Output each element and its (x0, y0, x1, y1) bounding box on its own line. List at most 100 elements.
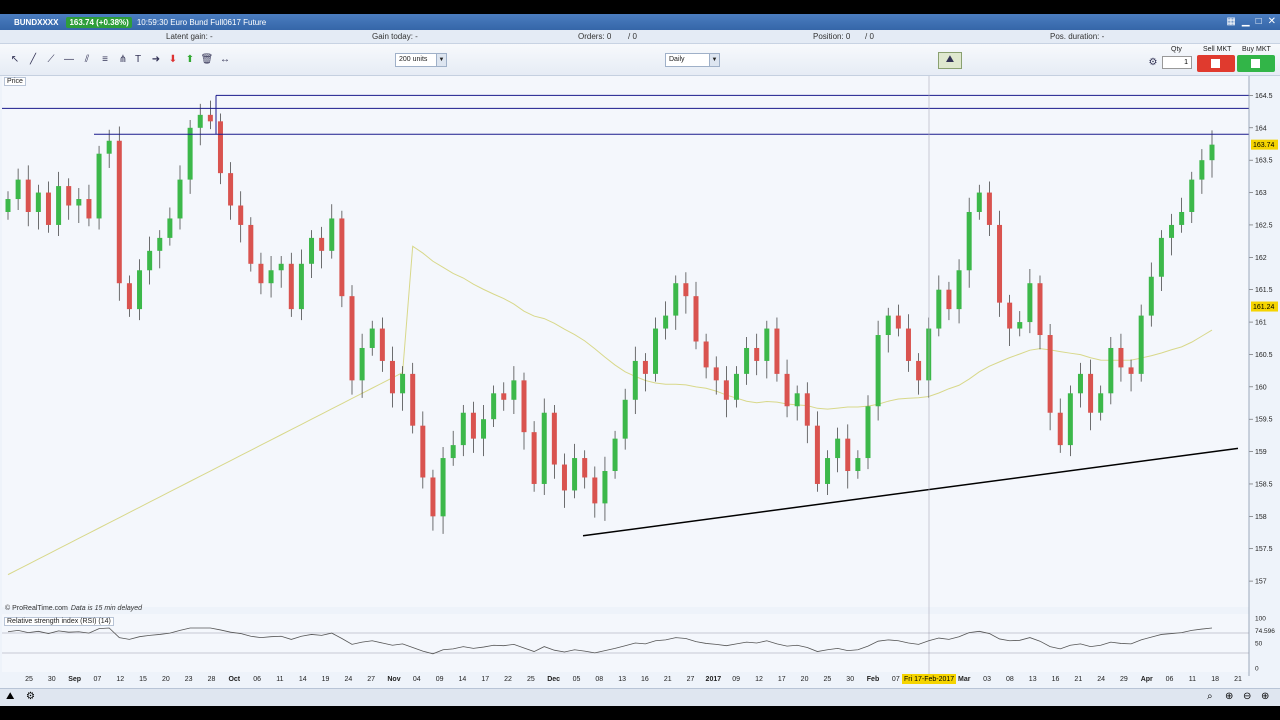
date-tick-label: 20 (162, 676, 170, 683)
candle-up (369, 328, 375, 348)
date-tick-label: 06 (253, 676, 261, 683)
date-tick-label: Dec (547, 676, 560, 683)
date-tick-label: 29 (1120, 676, 1128, 683)
rsi-panel-label[interactable]: Relative strength index (RSI) (14) (4, 617, 114, 626)
date-tick-label: 21 (664, 676, 672, 683)
candle-down (582, 458, 588, 478)
price-chart[interactable]: 164.5164163.5163162.5162161.5161160.5160… (0, 14, 1280, 706)
candle-up (663, 315, 669, 329)
price-tick-label: 161.5 (1255, 287, 1273, 294)
candle-down (592, 477, 598, 504)
candle-down (754, 347, 760, 361)
candle-up (359, 347, 365, 381)
candle-down (531, 432, 537, 484)
date-tick-label: 12 (116, 676, 124, 683)
date-tick-label: 28 (208, 676, 216, 683)
candle-up (673, 283, 679, 316)
candle-down (238, 205, 244, 225)
date-axis: 25 30 Sep 07 12 15 20 23 28 Oct 06 11 14 19 24 27 Nov 04 0… (25, 674, 1242, 684)
candle-down (248, 224, 254, 264)
candle-down (420, 425, 426, 478)
date-tick-label: 17 (778, 676, 786, 683)
candle-down (430, 477, 436, 517)
price-tick-label: 162.5 (1255, 222, 1273, 229)
date-tick-label: 25 (25, 676, 33, 683)
candle-up (5, 199, 11, 212)
candle-down (723, 380, 729, 400)
candle-up (187, 127, 193, 180)
candle-down (470, 412, 476, 439)
candle-down (895, 315, 901, 329)
candle-down (1088, 373, 1094, 413)
candle-up (157, 237, 163, 251)
date-tick-label: 17 (481, 676, 489, 683)
candle-up (865, 406, 871, 459)
price-tick-label: 157 (1255, 579, 1267, 586)
candle-down (66, 186, 72, 206)
candle-down (228, 173, 234, 206)
date-tick-label: 18 (1211, 676, 1219, 683)
price-panel-label[interactable]: Price (4, 77, 26, 86)
candle-up (1077, 373, 1083, 394)
date-tick-label: 16 (1052, 676, 1060, 683)
candle-up (1189, 179, 1195, 212)
candle-up (298, 263, 304, 310)
candle-down (389, 360, 395, 394)
date-tick-label: 2017 (706, 676, 722, 683)
date-tick-label: 08 (1006, 676, 1014, 683)
candle-up (541, 412, 547, 484)
delay-note: Data is 15 min delayed (70, 605, 143, 612)
candle-up (825, 458, 831, 484)
zoom-fit-icon[interactable]: ⌕ (1207, 691, 1213, 702)
candle-down (804, 393, 810, 426)
date-tick-label: 20 (801, 676, 809, 683)
candle-up (1017, 322, 1023, 329)
date-tick-label: Sep (68, 676, 81, 683)
date-tick-label: 15 (139, 676, 147, 683)
candle-up (764, 328, 770, 361)
candle-down (349, 296, 355, 381)
date-tick-label: 21 (1234, 676, 1242, 683)
zoom-out-icon[interactable]: ⊖ (1243, 691, 1251, 702)
candle-down (1057, 412, 1063, 446)
candle-up (1169, 224, 1175, 238)
date-tick-label: Oct (228, 676, 240, 683)
candle-down (683, 283, 689, 297)
candle-up (147, 250, 153, 271)
zoom-icon[interactable]: ⊕ (1225, 691, 1233, 702)
candle-up (653, 328, 659, 374)
date-tick-label: Mar (958, 676, 971, 683)
ma-price-label: 161.24 (1253, 304, 1275, 311)
credit-text: © ProRealTime.com Data is 15 min delayed (5, 605, 142, 612)
date-tick-label: 11 (1189, 676, 1196, 683)
credit-label: © ProRealTime.com (5, 605, 68, 612)
zoom-in-icon[interactable]: ⊕ (1261, 691, 1269, 702)
candle-up (1199, 160, 1205, 180)
date-tick-label: 30 (846, 676, 854, 683)
date-tick-label: 07 (94, 676, 102, 683)
candle-up (460, 412, 466, 446)
candle-down (784, 373, 790, 407)
candle-up (96, 153, 102, 219)
date-tick-label: 21 (1074, 676, 1082, 683)
chart-icon[interactable]: ⛰ (6, 691, 14, 702)
candle-down (25, 179, 31, 212)
rsi-tick-label: 100 (1255, 616, 1266, 623)
options-icon[interactable]: ⚙ (26, 691, 35, 702)
candle-up (329, 218, 335, 251)
date-tick-label: Nov (387, 676, 400, 683)
candle-up (309, 237, 315, 264)
date-tick-label: 23 (185, 676, 193, 683)
date-tick-label: 07 (892, 676, 900, 683)
rsi-panel-bg (2, 614, 1249, 672)
date-tick-label: 09 (436, 676, 444, 683)
candle-up (976, 192, 982, 212)
trading-window: BUNDXXXX 163.74 (+0.38%) 10:59:30 Euro B… (0, 14, 1280, 706)
candle-up (875, 335, 881, 407)
candle-up (491, 393, 497, 420)
candle-up (936, 289, 942, 329)
candle-up (268, 270, 274, 284)
candle-up (106, 140, 112, 154)
candle-up (622, 399, 628, 439)
price-tick-label: 159 (1255, 449, 1267, 456)
